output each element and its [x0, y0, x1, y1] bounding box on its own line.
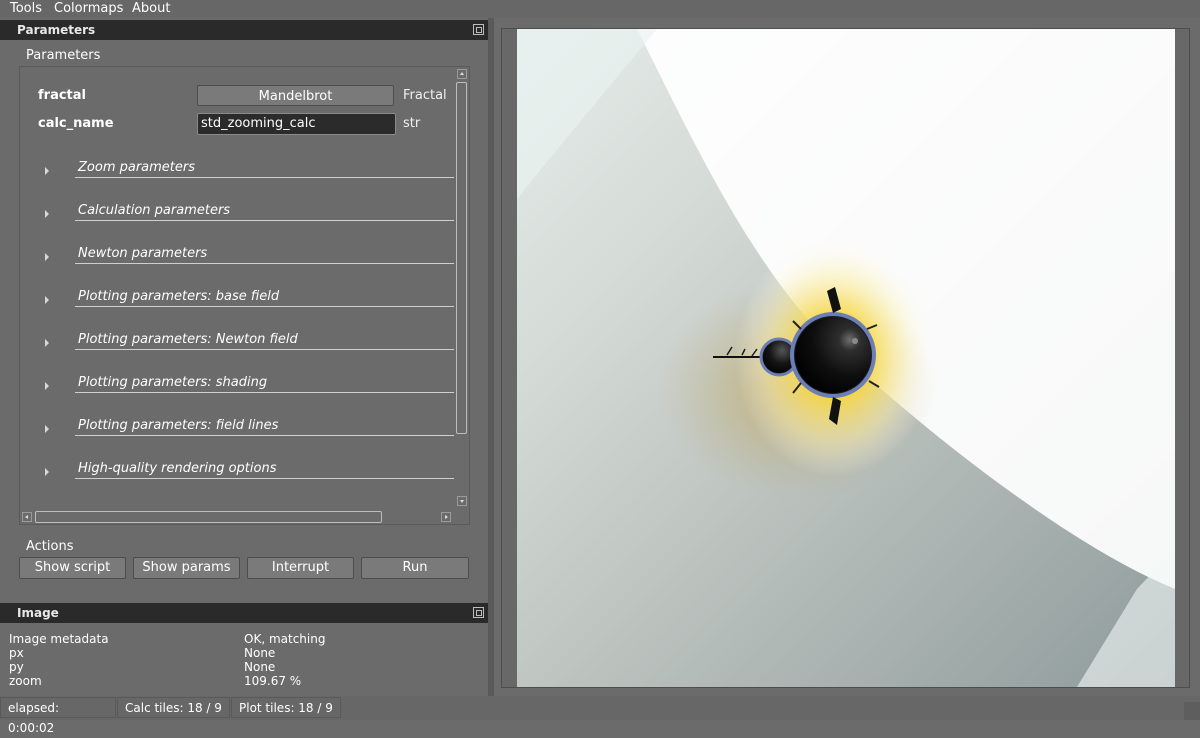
section-plotting-shading[interactable]: Plotting parameters: shading: [20, 369, 454, 399]
fractal-select-button[interactable]: Mandelbrot: [197, 85, 394, 106]
scroll-down-icon[interactable]: [457, 496, 467, 506]
float-icon[interactable]: [473, 607, 484, 618]
horizontal-scroll-thumb[interactable]: [35, 511, 382, 523]
px-key: px: [9, 646, 24, 660]
expand-arrow-icon[interactable]: [45, 210, 49, 218]
fractal-label: fractal: [38, 88, 86, 103]
show-script-button[interactable]: Show script: [19, 557, 126, 579]
plot-tiles-status: Plot tiles: 18 / 9: [231, 697, 341, 718]
scroll-up-icon[interactable]: [457, 69, 467, 79]
section-plotting-field-lines[interactable]: Plotting parameters: field lines: [20, 412, 454, 442]
calc-name-type: str: [403, 116, 421, 131]
scroll-left-icon[interactable]: [22, 512, 32, 522]
elapsed-status: elapsed: 0:00:02: [0, 697, 116, 735]
py-key: py: [9, 660, 24, 674]
interrupt-button[interactable]: Interrupt: [247, 557, 354, 579]
fractal-image[interactable]: [517, 29, 1175, 687]
fractal-type: Fractal: [403, 88, 447, 103]
section-divider: [75, 306, 454, 307]
status-bar: elapsed: 0:00:02 Calc tiles: 18 / 9 Plot…: [0, 696, 1200, 735]
menu-bar: Tools Colormaps About: [0, 0, 1200, 18]
menu-tools[interactable]: Tools: [10, 1, 42, 16]
vertical-scrollbar[interactable]: [455, 67, 469, 510]
expand-arrow-icon[interactable]: [45, 468, 49, 476]
parameters-group-title: Parameters: [26, 48, 101, 63]
parameters-dock-title: Parameters: [17, 23, 96, 37]
menu-colormaps[interactable]: Colormaps: [54, 1, 123, 16]
calc-tiles-status: Calc tiles: 18 / 9: [117, 697, 230, 718]
py-value: None: [244, 660, 276, 674]
dock-splitter[interactable]: [488, 18, 494, 696]
section-label: Plotting parameters: Newton field: [78, 332, 298, 347]
parameters-dock-titlebar: Parameters: [0, 20, 488, 40]
vertical-scroll-thumb[interactable]: [456, 82, 467, 434]
calc-name-label: calc_name: [38, 116, 114, 131]
section-divider: [75, 177, 454, 178]
float-icon[interactable]: [473, 24, 484, 35]
image-dock-title: Image: [17, 606, 59, 620]
section-divider: [75, 478, 454, 479]
section-divider: [75, 220, 454, 221]
calc-name-input[interactable]: std_zooming_calc: [197, 113, 396, 135]
metadata-key: Image metadata: [9, 632, 109, 646]
parameters-tree: fractal Mandelbrot Fractal calc_name std…: [19, 66, 470, 525]
section-high-quality-rendering[interactable]: High-quality rendering options: [20, 455, 454, 485]
expand-arrow-icon[interactable]: [45, 253, 49, 261]
section-calculation-parameters[interactable]: Calculation parameters: [20, 197, 454, 227]
section-label: High-quality rendering options: [78, 461, 277, 476]
section-divider: [75, 349, 454, 350]
px-value: None: [244, 646, 276, 660]
section-label: Calculation parameters: [78, 203, 231, 218]
scroll-right-icon[interactable]: [441, 512, 451, 522]
section-divider: [75, 392, 454, 393]
section-label: Newton parameters: [78, 246, 208, 261]
menu-about[interactable]: About: [132, 1, 170, 16]
run-button[interactable]: Run: [361, 557, 469, 579]
section-plotting-newton-field[interactable]: Plotting parameters: Newton field: [20, 326, 454, 356]
section-label: Plotting parameters: shading: [78, 375, 268, 390]
size-grip-icon[interactable]: [1184, 702, 1200, 720]
zoom-key: zoom: [9, 674, 42, 688]
metadata-value: OK, matching: [244, 632, 326, 646]
section-plotting-base-field[interactable]: Plotting parameters: base field: [20, 283, 454, 313]
mandelbrot-render: [517, 29, 1175, 687]
expand-arrow-icon[interactable]: [45, 382, 49, 390]
expand-arrow-icon[interactable]: [45, 425, 49, 433]
section-divider: [75, 263, 454, 264]
section-newton-parameters[interactable]: Newton parameters: [20, 240, 454, 270]
image-dock-titlebar: Image: [0, 603, 488, 623]
section-zoom-parameters[interactable]: Zoom parameters: [20, 154, 454, 184]
expand-arrow-icon[interactable]: [45, 296, 49, 304]
section-label: Plotting parameters: base field: [78, 289, 280, 304]
section-label: Plotting parameters: field lines: [78, 418, 279, 433]
section-label: Zoom parameters: [78, 160, 196, 175]
actions-group-title: Actions: [26, 539, 74, 554]
show-params-button[interactable]: Show params: [133, 557, 240, 579]
zoom-value: 109.67 %: [244, 674, 302, 688]
section-divider: [75, 435, 454, 436]
expand-arrow-icon[interactable]: [45, 339, 49, 347]
horizontal-scrollbar[interactable]: [20, 510, 469, 524]
expand-arrow-icon[interactable]: [45, 167, 49, 175]
